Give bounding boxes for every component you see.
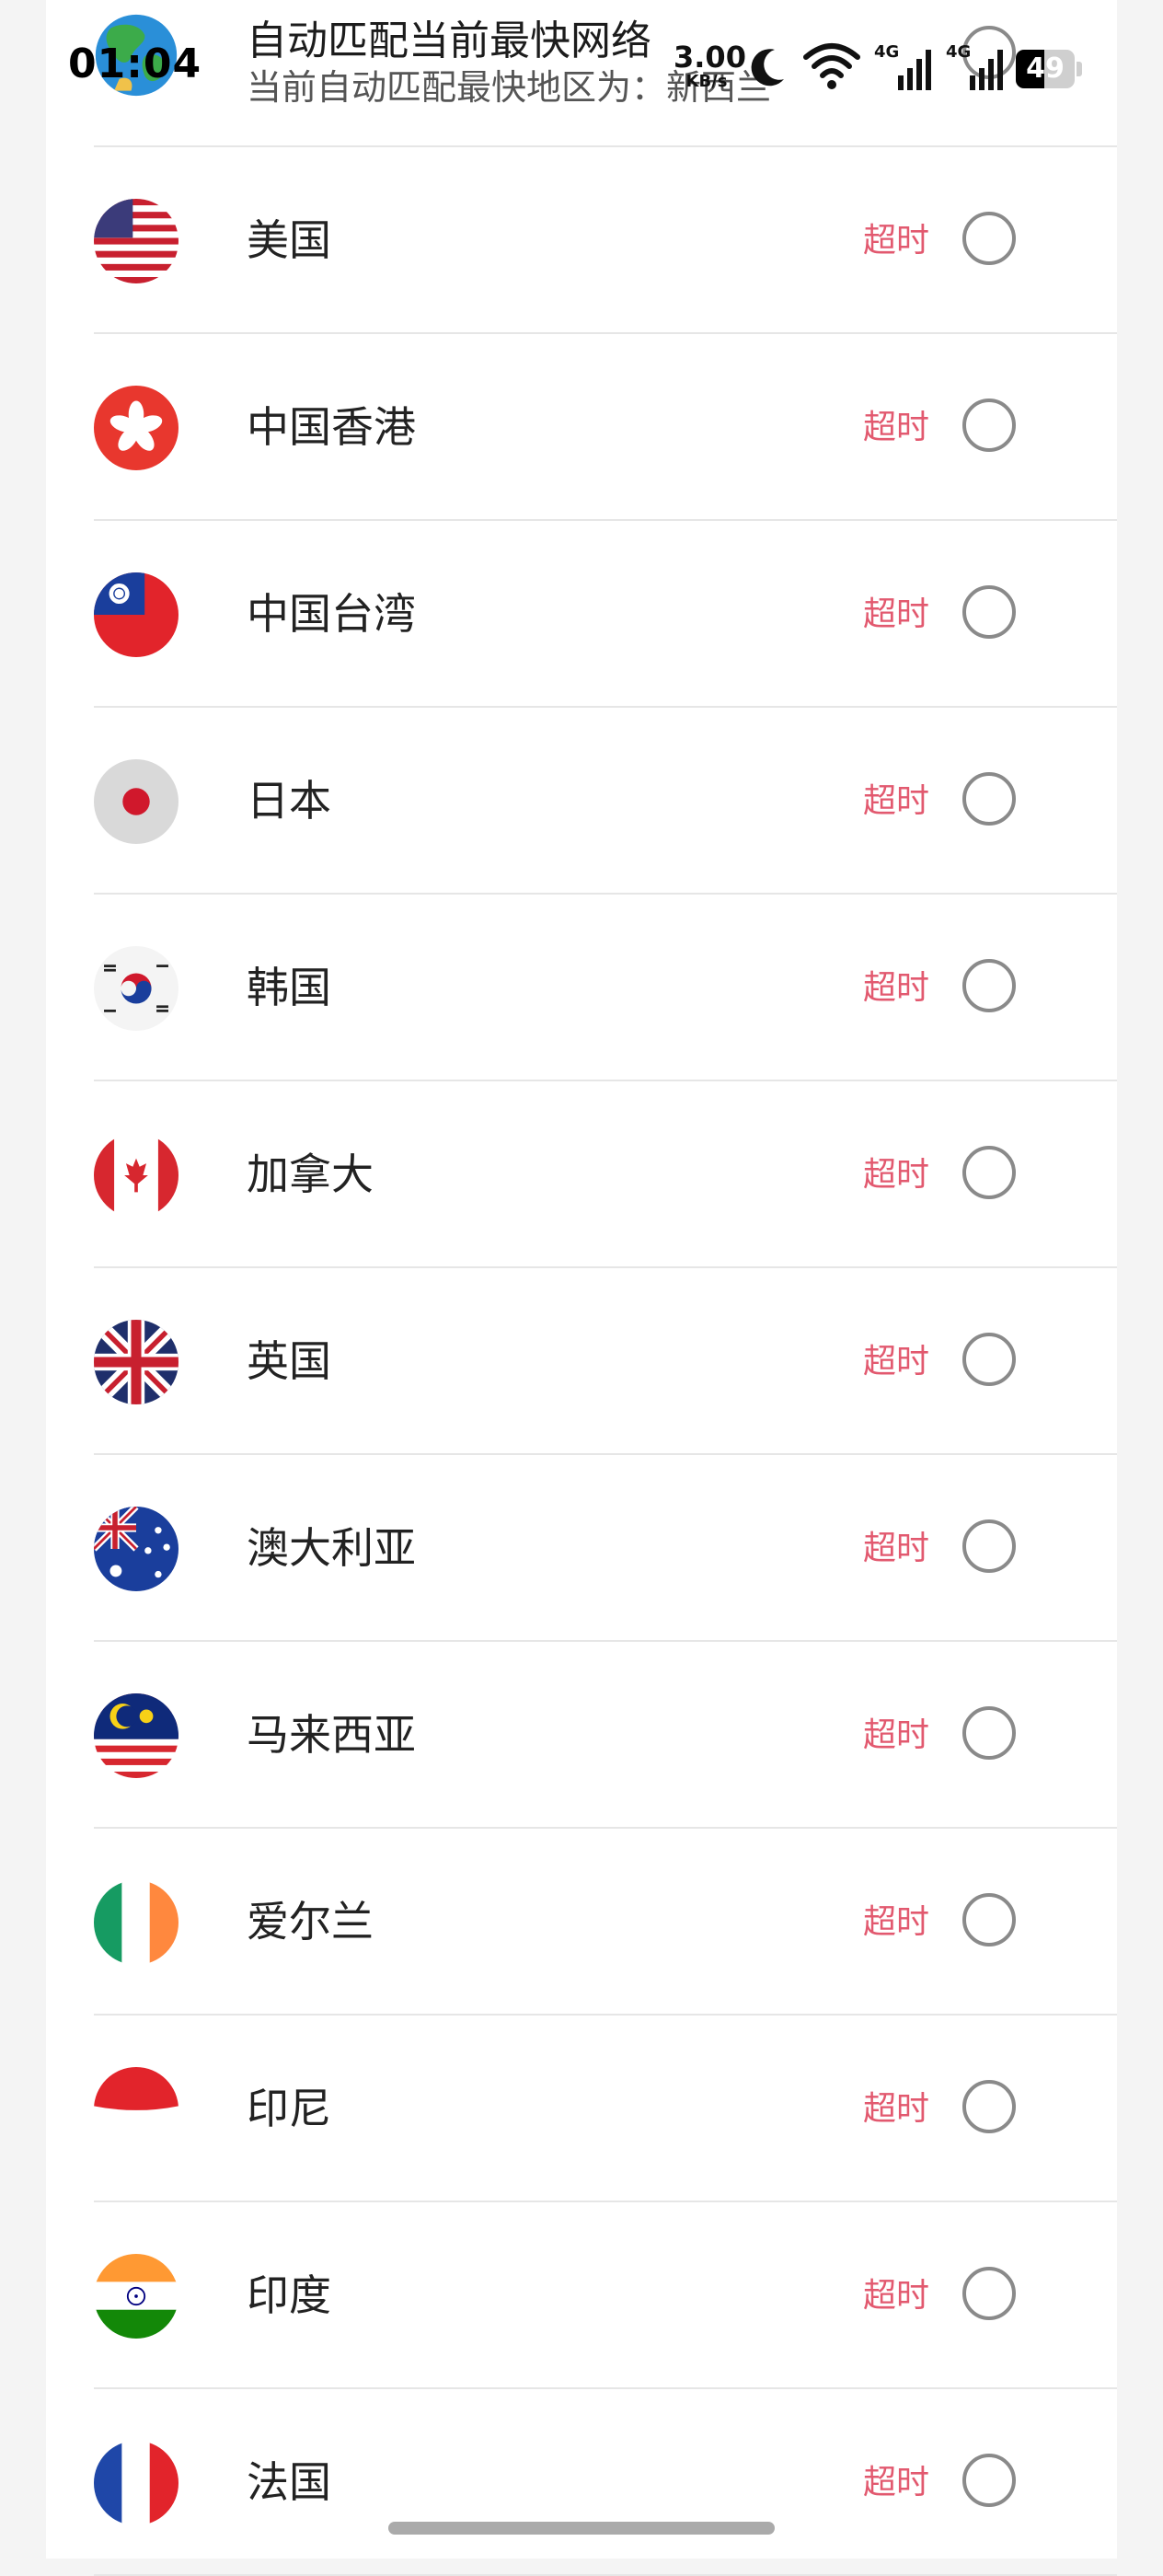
- region-name: 韩国: [247, 963, 331, 1012]
- region-row[interactable]: 韩国 超时: [46, 895, 1117, 1081]
- region-row[interactable]: 美国 超时: [46, 147, 1117, 334]
- region-radio[interactable]: [962, 1519, 1016, 1573]
- region-radio[interactable]: [962, 2267, 1016, 2320]
- region-row[interactable]: 法国 超时: [46, 2389, 1117, 2576]
- region-name: 马来西亚: [247, 1710, 416, 1760]
- latency-status: 超时: [863, 969, 930, 1007]
- region-name: 印尼: [247, 2084, 331, 2133]
- region-row[interactable]: 中国香港 超时: [46, 334, 1117, 521]
- latency-status: 超时: [863, 1716, 930, 1754]
- latency-status: 超时: [863, 409, 930, 446]
- region-name: 日本: [247, 776, 331, 826]
- region-radio[interactable]: [962, 399, 1016, 452]
- region-row[interactable]: 中国台湾 超时: [46, 521, 1117, 708]
- region-name: 美国: [247, 215, 331, 265]
- au-flag-icon: [94, 1507, 178, 1591]
- uk-flag-icon: [94, 1320, 178, 1404]
- latency-status: 超时: [863, 2464, 930, 2501]
- jp-flag-icon: [94, 759, 178, 844]
- kr-flag-icon: [94, 946, 178, 1031]
- tw-flag-icon: [94, 572, 178, 657]
- region-name: 中国台湾: [247, 589, 416, 639]
- id-flag-icon: [94, 2067, 178, 2152]
- latency-status: 超时: [863, 1903, 930, 1941]
- region-name: 中国香港: [247, 402, 416, 452]
- region-row[interactable]: 马来西亚 超时: [46, 1642, 1117, 1829]
- region-radio[interactable]: [962, 1893, 1016, 1946]
- us-flag-icon: [94, 199, 178, 283]
- region-list-card: 自动匹配当前最快网络 当前自动匹配最快地区为：新西兰 美国 超时 中国香港 超时 中国台…: [46, 0, 1117, 2576]
- auto-match-row[interactable]: 自动匹配当前最快网络 当前自动匹配最快地区为：新西兰: [46, 0, 1117, 145]
- ie-flag-icon: [94, 1880, 178, 1965]
- latency-status: 超时: [863, 595, 930, 633]
- region-name: 印度: [247, 2270, 331, 2320]
- in-flag-icon: [94, 2254, 178, 2339]
- globe-icon: [95, 14, 178, 97]
- region-radio[interactable]: [962, 1333, 1016, 1386]
- region-radio[interactable]: [962, 585, 1016, 639]
- auto-match-radio[interactable]: [962, 26, 1016, 79]
- region-name: 法国: [247, 2457, 331, 2507]
- auto-match-region: 新西兰: [666, 67, 772, 108]
- region-name: 加拿大: [247, 1149, 374, 1199]
- region-radio[interactable]: [962, 1706, 1016, 1760]
- auto-match-subtitle: 当前自动匹配最快地区为：新西兰: [247, 59, 771, 110]
- latency-status: 超时: [863, 782, 930, 820]
- region-row[interactable]: 日本 超时: [46, 708, 1117, 895]
- region-radio[interactable]: [962, 2454, 1016, 2507]
- region-row[interactable]: 爱尔兰 超时: [46, 1829, 1117, 2016]
- home-indicator[interactable]: [388, 2522, 775, 2535]
- region-row[interactable]: 印尼 超时: [46, 2016, 1117, 2202]
- region-name: 爱尔兰: [247, 1897, 374, 1946]
- latency-status: 超时: [863, 2090, 930, 2128]
- region-radio[interactable]: [962, 212, 1016, 265]
- region-row[interactable]: 英国 超时: [46, 1268, 1117, 1455]
- region-name: 英国: [247, 1336, 331, 1386]
- region-radio[interactable]: [962, 959, 1016, 1012]
- region-radio[interactable]: [962, 2080, 1016, 2133]
- region-name: 澳大利亚: [247, 1523, 416, 1573]
- latency-status: 超时: [863, 1343, 930, 1380]
- region-row[interactable]: 加拿大 超时: [46, 1081, 1117, 1268]
- hk-flag-icon: [94, 386, 178, 470]
- region-radio[interactable]: [962, 1146, 1016, 1199]
- latency-status: 超时: [863, 1156, 930, 1194]
- latency-status: 超时: [863, 222, 930, 260]
- auto-match-subtitle-prefix: 当前自动匹配最快地区为：: [247, 67, 667, 108]
- ca-flag-icon: [94, 1133, 178, 1218]
- region-row[interactable]: 印度 超时: [46, 2202, 1117, 2389]
- region-radio[interactable]: [962, 772, 1016, 826]
- latency-status: 超时: [863, 2277, 930, 2315]
- auto-match-title: 自动匹配当前最快网络: [247, 17, 651, 64]
- fr-flag-icon: [94, 2441, 178, 2525]
- my-flag-icon: [94, 1693, 178, 1778]
- region-row[interactable]: 澳大利亚 超时: [46, 1455, 1117, 1642]
- latency-status: 超时: [863, 1530, 930, 1567]
